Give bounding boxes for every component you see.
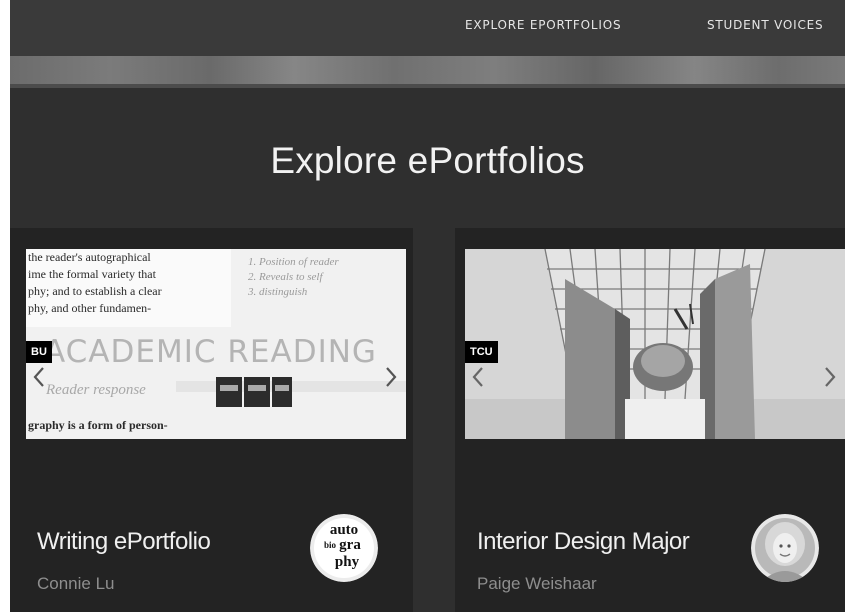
- svg-text:bio: bio: [324, 540, 337, 550]
- top-navigation: EXPLORE EPORTFOLIOS STUDENT VOICES: [10, 0, 845, 56]
- image-text-line: ime the formal variety that: [28, 267, 157, 281]
- svg-text:gra: gra: [339, 537, 361, 553]
- carousel-next-button[interactable]: [382, 364, 400, 390]
- card-author[interactable]: Paige Weishaar: [477, 574, 597, 594]
- image-note: 3. distinguish: [247, 286, 308, 298]
- image-note: 2. Reveals to self: [248, 271, 324, 283]
- autobiography-logo-avatar: auto bio gra phy: [310, 514, 378, 582]
- school-badge: TCU: [465, 341, 498, 363]
- chevron-left-icon: [472, 367, 483, 387]
- image-note: 1. Position of reader: [248, 256, 339, 268]
- image-subheading: Reader response: [45, 382, 146, 398]
- image-text-line: phy; and to establish a clear: [28, 284, 162, 298]
- card-author[interactable]: Connie Lu: [37, 574, 115, 594]
- chevron-left-icon: [33, 367, 44, 387]
- card-title[interactable]: Writing ePortfolio: [37, 528, 211, 556]
- carousel-prev-button[interactable]: [469, 364, 487, 390]
- card-image: the reader's autographical ime the forma…: [26, 249, 406, 439]
- explore-section: Explore ePortfolios the reader's autogra…: [10, 88, 845, 612]
- svg-text:phy: phy: [335, 554, 360, 570]
- card-image: TCU: [465, 249, 845, 439]
- writing-collage-image: the reader's autographical ime the forma…: [26, 249, 406, 439]
- carousel-next-button[interactable]: [821, 364, 839, 390]
- interior-model-image: [465, 249, 845, 439]
- nav-explore-eportfolios[interactable]: EXPLORE EPORTFOLIOS: [465, 18, 621, 32]
- card-title[interactable]: Interior Design Major: [477, 528, 690, 556]
- school-badge: BU: [26, 341, 52, 363]
- author-avatar[interactable]: auto bio gra phy: [310, 514, 378, 582]
- portfolio-card-writing[interactable]: the reader's autographical ime the forma…: [10, 228, 413, 612]
- nav-student-voices[interactable]: STUDENT VOICES: [707, 18, 823, 32]
- chevron-right-icon: [825, 367, 836, 387]
- section-title: Explore ePortfolios: [270, 140, 585, 181]
- carousel-prev-button[interactable]: [30, 364, 48, 390]
- svg-text:auto: auto: [330, 522, 358, 538]
- chevron-right-icon: [386, 367, 397, 387]
- user-photo-avatar: [751, 514, 819, 582]
- author-avatar[interactable]: [751, 514, 819, 582]
- image-text-line: phy, and other fundamen-: [28, 301, 151, 315]
- portfolio-card-interior-design[interactable]: TCU Interior Design Major Paige Weishaar: [455, 228, 845, 612]
- image-text-line: the reader's autographical: [28, 250, 151, 264]
- image-heading: ACADEMIC READING: [44, 334, 377, 370]
- hero-image-strip: [10, 56, 845, 88]
- image-text-line: graphy is a form of person-: [28, 418, 168, 432]
